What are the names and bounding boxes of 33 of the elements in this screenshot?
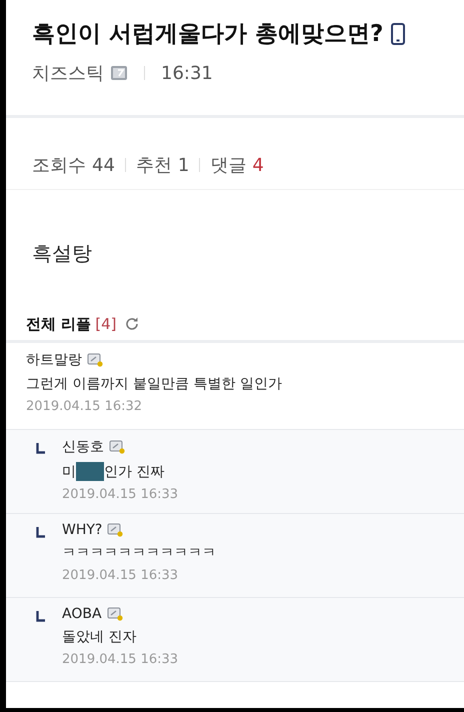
comment-date: 2019.04.15 16:33 — [62, 652, 178, 667]
stat-label: 댓글 — [210, 154, 246, 177]
commenter-name: AOBA — [62, 606, 102, 622]
refresh-icon[interactable] — [124, 316, 140, 332]
comment-text: 그런게 이름까지 붙일만큼 특별한 일인가 — [26, 375, 282, 393]
post-title: 흑인이 서럽게울다가 총에맞으면? — [32, 20, 384, 49]
post-body: 흑설탕 — [31, 240, 93, 267]
stat-label: 추천 — [136, 154, 172, 177]
level-badge-icon — [110, 65, 128, 81]
memo-icon — [107, 523, 124, 537]
comment-date: 2019.04.15 16:32 — [26, 399, 144, 414]
stat-value: 4 — [252, 154, 264, 176]
memo-icon — [109, 440, 125, 454]
commenter-name: 하트말랑 — [26, 351, 82, 369]
reply-count: [4] — [95, 315, 116, 333]
comment-text: 돌았네 진자 — [62, 628, 136, 646]
comment-date: 2019.04.15 16:33 — [62, 487, 178, 502]
comment-date: 2019.04.15 16:33 — [62, 568, 180, 583]
memo-icon — [87, 353, 103, 367]
author-name: 치즈스틱 — [32, 62, 104, 85]
commenter-name: WHY? — [62, 522, 102, 538]
redaction-block — [76, 462, 104, 481]
commenter-name: 신동호 — [62, 438, 104, 456]
post-time: 16:31 — [161, 62, 213, 84]
comment-text: 인가 진짜 — [104, 462, 164, 480]
stat-value: 1 — [178, 154, 190, 176]
comment-text: ㅋㅋㅋㅋㅋㅋㅋㅋㅋㅋㅋ — [62, 544, 216, 562]
phone-icon — [391, 22, 406, 44]
stat-value: 44 — [92, 154, 115, 176]
replies-heading: 전체 리플 — [26, 314, 92, 334]
memo-icon — [106, 607, 123, 621]
comment-text: 미 — [62, 462, 76, 480]
stat-label: 조회수 — [32, 154, 86, 177]
